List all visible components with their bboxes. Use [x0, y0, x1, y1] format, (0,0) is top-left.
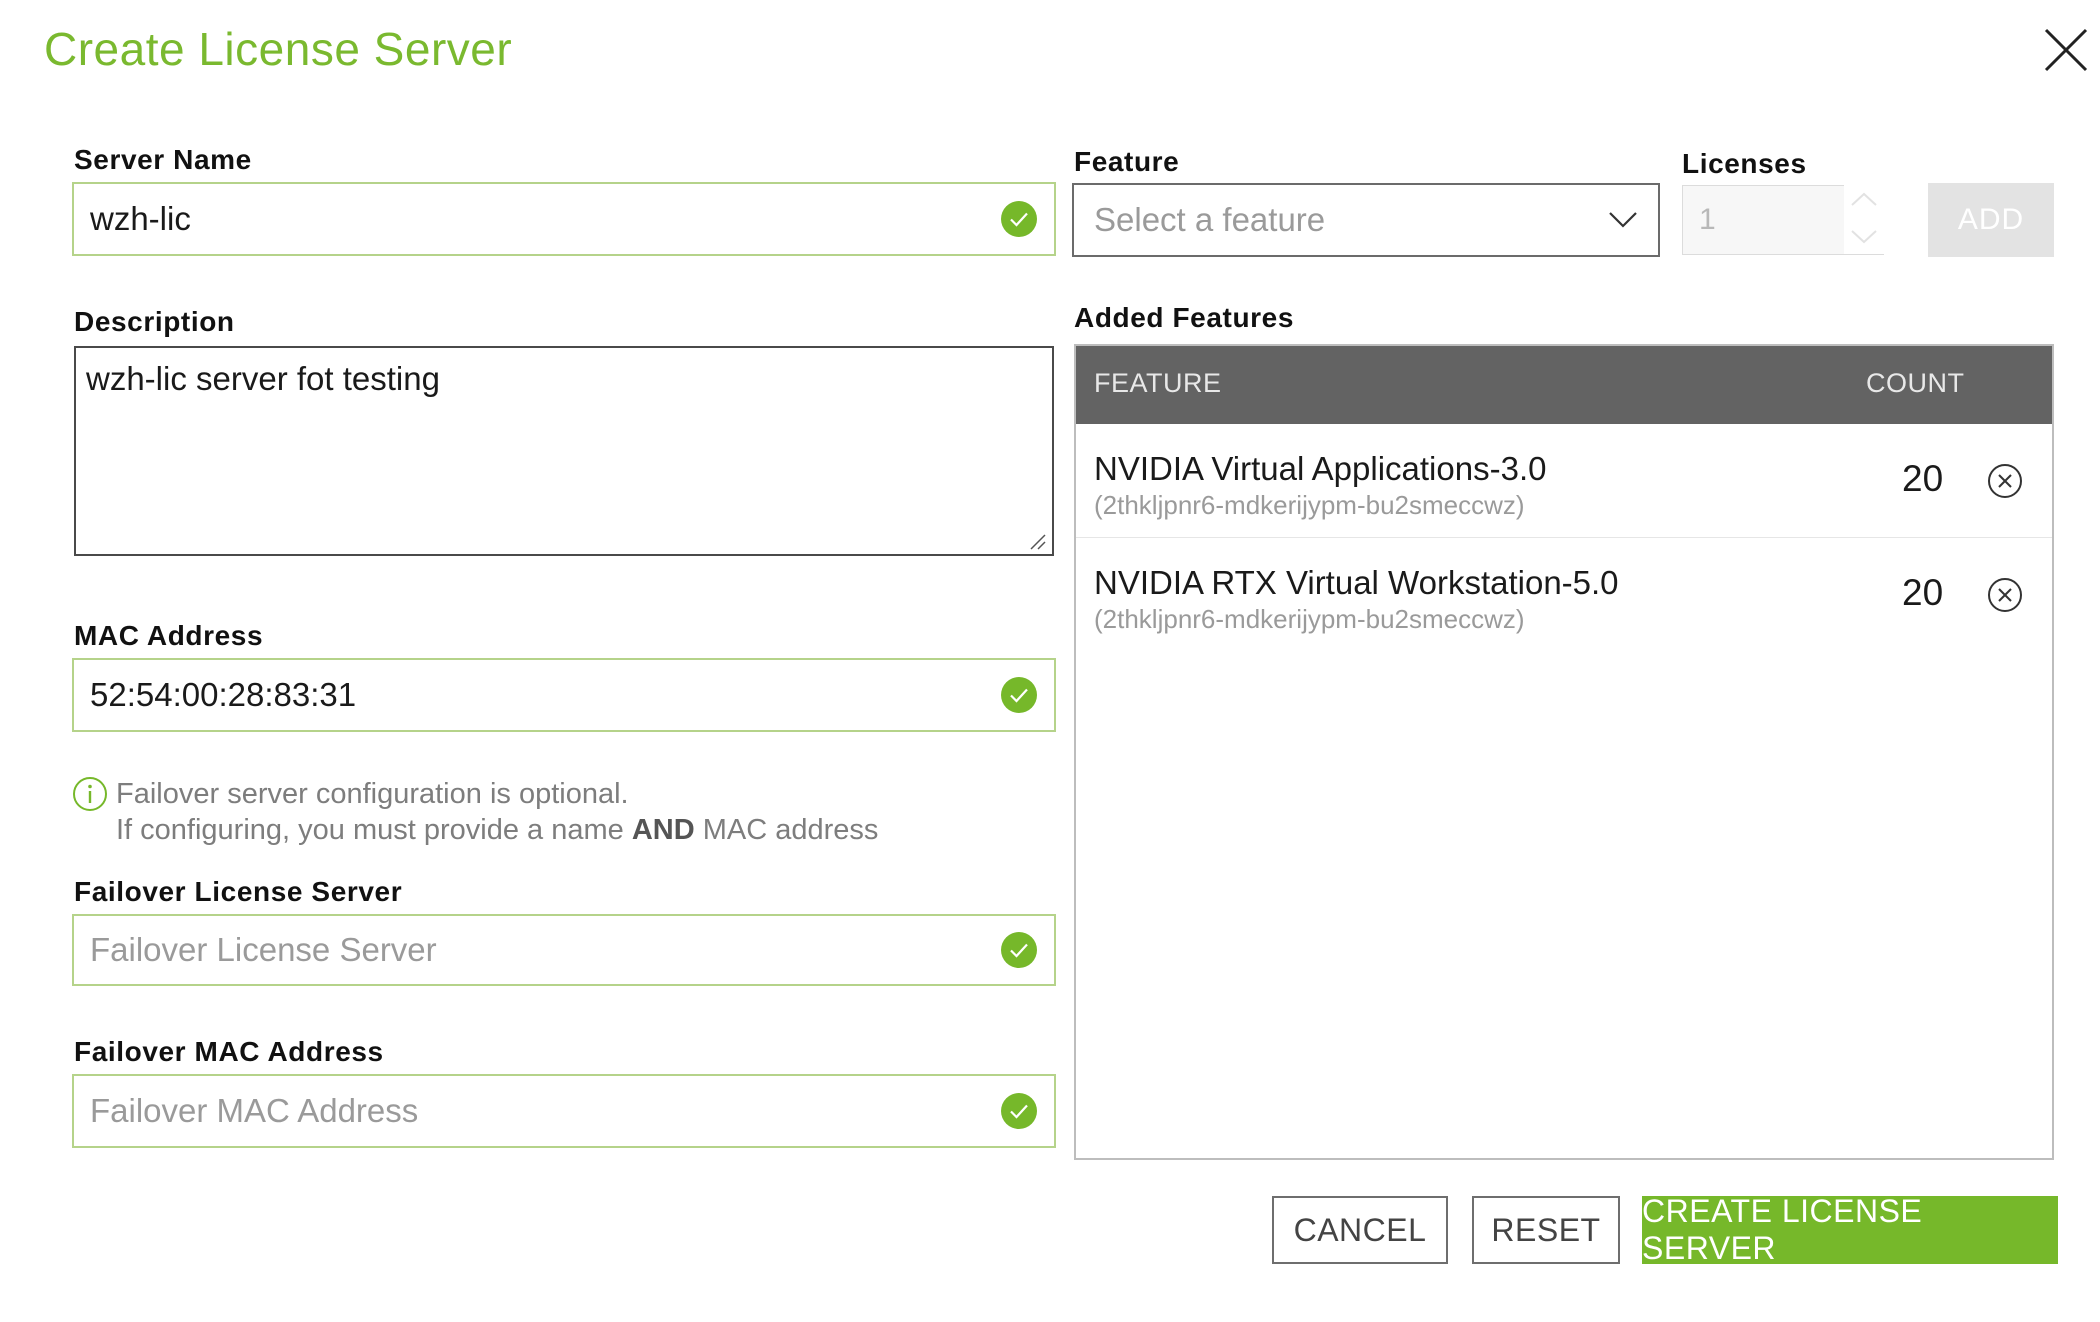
check-circle-icon — [1001, 677, 1037, 713]
check-circle-icon — [1001, 932, 1037, 968]
feature-count: 20 — [1902, 458, 1944, 499]
add-feature-button[interactable]: ADD — [1928, 183, 2054, 257]
feature-name: NVIDIA RTX Virtual Workstation-5.0 — [1094, 564, 1619, 601]
table-row: NVIDIA Virtual Applications-3.0 (2thkljp… — [1076, 424, 2052, 538]
failover-note-line1: Failover server configuration is optiona… — [116, 778, 629, 810]
feature-name: NVIDIA Virtual Applications-3.0 — [1094, 450, 1547, 487]
table-header: FEATURE COUNT — [1076, 346, 2052, 424]
mac-address-value: 52:54:00:28:83:31 — [90, 676, 357, 713]
description-value: wzh-lic server fot testing — [86, 360, 440, 397]
chevron-down-icon — [1609, 212, 1637, 228]
feature-select[interactable]: Select a feature — [1072, 183, 1660, 257]
added-features-label: Added Features — [1074, 302, 1294, 333]
licenses-label: Licenses — [1682, 148, 1807, 179]
dialog-title: Create License Server — [44, 23, 513, 75]
column-header-feature: FEATURE — [1094, 368, 1222, 398]
resize-grip-icon[interactable] — [1028, 532, 1046, 550]
feature-count: 20 — [1902, 572, 1944, 613]
cancel-button[interactable]: CANCEL — [1272, 1196, 1448, 1264]
description-label: Description — [74, 306, 235, 337]
added-features-table: FEATURE COUNT NVIDIA Virtual Application… — [1074, 344, 2054, 1160]
failover-mac-placeholder: Failover MAC Address — [90, 1092, 419, 1129]
feature-id: (2thkljpnr6-mdkerijypm-bu2smeccwz) — [1094, 604, 1525, 634]
column-header-count: COUNT — [1866, 368, 1965, 398]
chevron-down-icon[interactable] — [1850, 229, 1878, 245]
server-name-label: Server Name — [74, 144, 252, 175]
table-row: NVIDIA RTX Virtual Workstation-5.0 (2thk… — [1076, 538, 2052, 652]
feature-id: (2thkljpnr6-mdkerijypm-bu2smeccwz) — [1094, 490, 1525, 520]
licenses-input[interactable]: 1 — [1682, 185, 1844, 255]
failover-note: Failover server configuration is optiona… — [116, 776, 878, 848]
licenses-value: 1 — [1699, 203, 1716, 236]
create-license-server-button[interactable]: CREATE LICENSE SERVER — [1642, 1193, 2058, 1266]
check-circle-icon — [1001, 1093, 1037, 1129]
mac-address-label: MAC Address — [74, 620, 264, 651]
remove-circle-x-icon[interactable] — [1986, 462, 2024, 500]
failover-server-label: Failover License Server — [74, 876, 403, 907]
remove-circle-x-icon[interactable] — [1986, 576, 2024, 614]
reset-button[interactable]: RESET — [1472, 1196, 1620, 1264]
licenses-stepper[interactable] — [1844, 185, 1884, 255]
close-icon[interactable] — [2040, 24, 2092, 76]
failover-mac-input[interactable]: Failover MAC Address — [72, 1074, 1056, 1148]
server-name-value: wzh-lic — [90, 200, 191, 237]
chevron-up-icon[interactable] — [1850, 191, 1878, 207]
description-textarea[interactable]: wzh-lic server fot testing — [74, 346, 1054, 556]
server-name-input[interactable]: wzh-lic — [72, 182, 1056, 256]
check-circle-icon — [1001, 201, 1037, 237]
info-icon — [73, 777, 107, 811]
failover-mac-label: Failover MAC Address — [74, 1036, 384, 1067]
failover-server-input[interactable]: Failover License Server — [72, 914, 1056, 986]
failover-server-placeholder: Failover License Server — [90, 931, 437, 968]
feature-label: Feature — [1074, 146, 1180, 177]
feature-select-placeholder: Select a feature — [1094, 201, 1326, 238]
mac-address-input[interactable]: 52:54:00:28:83:31 — [72, 658, 1056, 732]
failover-note-line2: If configuring, you must provide a name … — [116, 814, 879, 846]
